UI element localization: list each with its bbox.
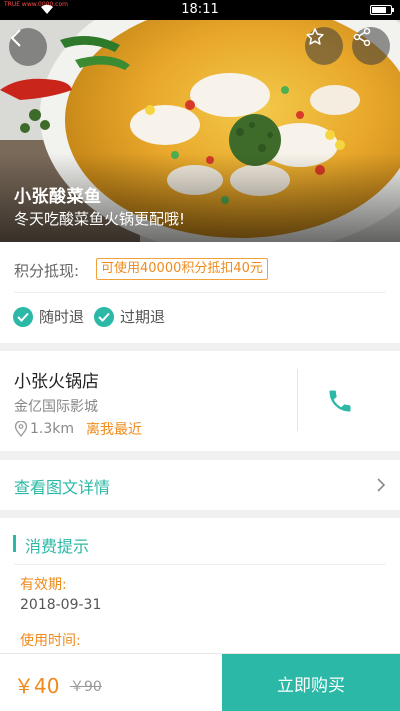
- view-details-link[interactable]: 查看图文详情: [14, 474, 110, 498]
- share-icon: [353, 27, 371, 47]
- divider: [14, 564, 386, 565]
- deal-subtitle: 冬天吃酸菜鱼火锅更配哦!: [14, 210, 186, 228]
- shop-distance: 1.3km 离我最近: [14, 419, 142, 439]
- distance-value: 1.3km: [30, 421, 75, 437]
- deal-title: 小张酸菜鱼: [14, 187, 102, 207]
- shop-location: 金亿国际影城: [14, 399, 98, 415]
- nearest-tag: 离我最近: [86, 422, 143, 438]
- buy-now-button[interactable]: 立即购买: [222, 654, 400, 711]
- call-button[interactable]: [318, 381, 362, 421]
- location-pin-icon: [14, 421, 28, 437]
- refund-expired: 过期退: [94, 306, 165, 327]
- consumption-tips-card: 消费提示 有效期: 2018-09-31 使用时间:: [0, 518, 400, 658]
- points-card: 积分抵现: 可使用40000积分抵扣40元 随时退 过期退: [0, 242, 400, 343]
- tips-title: 消费提示: [25, 537, 90, 556]
- chevron-right-icon: [377, 478, 386, 492]
- usage-time-label: 使用时间:: [20, 633, 81, 649]
- phone-icon: [329, 390, 351, 412]
- purchase-bar: ￥40 ￥90 立即购买: [0, 653, 400, 711]
- validity-label: 有效期:: [20, 577, 67, 593]
- favorite-button[interactable]: [305, 27, 343, 65]
- check-icon: [13, 306, 33, 327]
- back-arrow-icon: [10, 29, 21, 47]
- battery-icon: [370, 5, 394, 15]
- clock: 18:11: [181, 2, 219, 17]
- share-button[interactable]: [352, 27, 390, 65]
- original-price: ￥90: [70, 679, 102, 695]
- star-icon: [306, 28, 324, 45]
- check-icon: [94, 306, 114, 327]
- sale-price: ￥40: [14, 674, 60, 698]
- points-label: 积分抵现:: [14, 262, 80, 280]
- refund-anytime-label: 随时退: [39, 308, 85, 326]
- view-details-row[interactable]: 查看图文详情: [0, 460, 400, 510]
- status-bar: TRUE www.0000.com 18:11: [0, 0, 400, 20]
- shop-name: 小张火锅店: [14, 372, 99, 392]
- back-button[interactable]: [9, 28, 47, 66]
- shop-card[interactable]: 小张火锅店 金亿国际影城 1.3km 离我最近: [0, 351, 400, 451]
- points-badge: 可使用40000积分抵扣40元: [96, 258, 268, 280]
- hero-banner: 小张酸菜鱼 冬天吃酸菜鱼火锅更配哦!: [0, 20, 400, 242]
- refund-expired-label: 过期退: [120, 308, 166, 326]
- validity-value: 2018-09-31: [20, 597, 102, 613]
- section-accent-bar: [13, 535, 16, 552]
- divider: [14, 292, 386, 293]
- refund-anytime: 随时退: [13, 306, 84, 327]
- divider: [297, 369, 298, 431]
